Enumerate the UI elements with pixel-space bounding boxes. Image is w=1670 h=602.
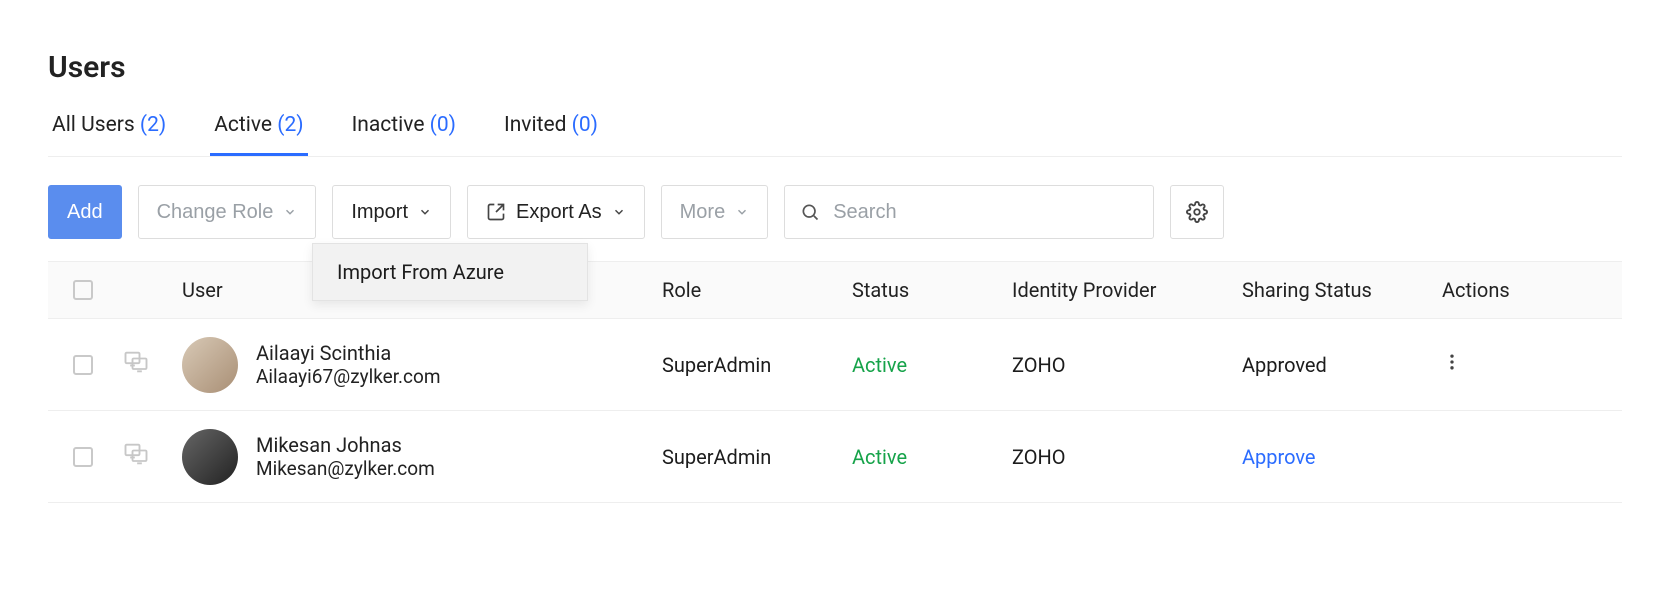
tab-count: (0) (572, 113, 598, 137)
tab-count: (0) (430, 113, 456, 137)
chevron-down-icon (418, 205, 432, 219)
user-role: SuperAdmin (658, 445, 848, 469)
col-actions: Actions (1438, 278, 1622, 302)
settings-button[interactable] (1170, 185, 1224, 239)
import-from-azure-item[interactable]: Import From Azure (313, 244, 587, 300)
chevron-down-icon (735, 205, 749, 219)
tab-inactive[interactable]: Inactive (0) (348, 113, 460, 156)
tab-label: Inactive (352, 113, 425, 137)
tab-label: Invited (504, 113, 566, 137)
search-wrapper (784, 185, 1154, 239)
user-email: Ailaayi67@zylker.com (256, 365, 441, 388)
user-idp: ZOHO (1008, 353, 1238, 377)
tab-label: All Users (52, 113, 135, 137)
export-as-label: Export As (516, 201, 602, 224)
avatar (182, 337, 238, 393)
col-status: Status (848, 278, 1008, 302)
change-role-label: Change Role (157, 201, 274, 224)
user-name: Mikesan Johnas (256, 433, 435, 457)
change-role-button[interactable]: Change Role (138, 185, 317, 239)
tab-invited[interactable]: Invited (0) (500, 113, 602, 156)
export-as-button[interactable]: Export As (467, 185, 645, 239)
user-role: SuperAdmin (658, 353, 848, 377)
chevron-down-icon (283, 205, 297, 219)
user-idp: ZOHO (1008, 445, 1238, 469)
system-icon (122, 348, 150, 376)
search-input[interactable] (784, 185, 1154, 239)
tab-count: (2) (140, 113, 166, 137)
user-tabs: All Users (2) Active (2) Inactive (0) In… (48, 113, 1622, 157)
import-button[interactable]: Import (332, 185, 451, 239)
sharing-status: Approved (1238, 353, 1438, 377)
more-vert-icon[interactable] (1442, 352, 1462, 372)
more-button[interactable]: More (661, 185, 769, 239)
tab-all-users[interactable]: All Users (2) (48, 113, 170, 156)
col-sharing-status: Sharing Status (1238, 278, 1438, 302)
avatar (182, 429, 238, 485)
more-label: More (680, 201, 726, 224)
toolbar: Add Change Role Import Export As More Im… (48, 185, 1622, 239)
system-icon (122, 440, 150, 468)
users-table: User Role Status Identity Provider Shari… (48, 261, 1622, 503)
table-row: Mikesan Johnas Mikesan@zylker.com SuperA… (48, 411, 1622, 503)
chevron-down-icon (612, 205, 626, 219)
table-row: Ailaayi Scinthia Ailaayi67@zylker.com Su… (48, 319, 1622, 411)
user-status: Active (848, 353, 1008, 377)
approve-link[interactable]: Approve (1238, 445, 1438, 469)
row-checkbox[interactable] (73, 447, 93, 467)
add-button[interactable]: Add (48, 185, 122, 239)
tab-label: Active (214, 113, 272, 137)
page-title: Users (48, 50, 1622, 85)
gear-icon (1186, 201, 1208, 223)
export-icon (486, 202, 506, 222)
col-identity-provider: Identity Provider (1008, 278, 1238, 302)
select-all-checkbox[interactable] (73, 280, 93, 300)
tab-active[interactable]: Active (2) (210, 113, 307, 156)
user-email: Mikesan@zylker.com (256, 457, 435, 480)
col-role: Role (658, 278, 848, 302)
user-name: Ailaayi Scinthia (256, 341, 441, 365)
tab-count: (2) (277, 113, 303, 137)
user-status: Active (848, 445, 1008, 469)
table-header: User Role Status Identity Provider Shari… (48, 261, 1622, 319)
import-dropdown: Import From Azure (312, 243, 588, 301)
row-checkbox[interactable] (73, 355, 93, 375)
import-label: Import (351, 201, 408, 224)
